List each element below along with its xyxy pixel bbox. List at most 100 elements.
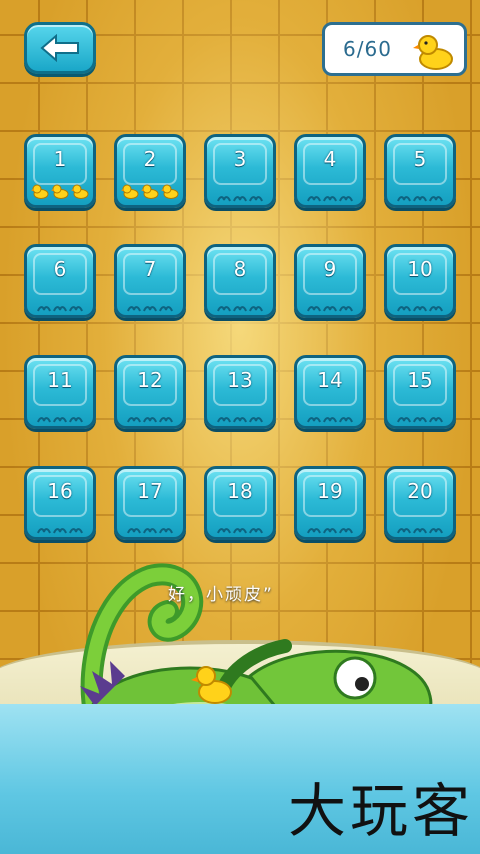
wave-icon — [53, 521, 67, 534]
level-number: 10 — [407, 257, 433, 281]
level-button-3[interactable]: 3 — [204, 134, 276, 208]
water-rating — [117, 521, 183, 534]
level-number: 13 — [227, 368, 253, 392]
wave-icon — [233, 521, 247, 534]
level-number: 16 — [47, 479, 73, 503]
duck-score-panel: 6/60 — [322, 22, 467, 76]
wave-icon — [323, 410, 337, 423]
wave-icon — [429, 410, 443, 423]
duck-earned-icon — [71, 183, 89, 199]
wave-icon — [127, 410, 141, 423]
wave-icon — [249, 299, 263, 312]
wave-icon — [429, 299, 443, 312]
wave-icon — [249, 410, 263, 423]
wave-icon — [397, 189, 411, 202]
level-number: 3 — [233, 147, 247, 171]
water-rating — [297, 521, 363, 534]
level-number: 12 — [137, 368, 163, 392]
level-number: 9 — [323, 257, 337, 281]
level-number: 18 — [227, 479, 253, 503]
level-button-5[interactable]: 5 — [384, 134, 456, 208]
level-button-6[interactable]: 6 — [24, 244, 96, 318]
duck-earned-icon — [161, 183, 179, 199]
watermark-logo: 大玩客 — [287, 777, 474, 845]
wave-icon — [413, 521, 427, 534]
wave-icon — [53, 410, 67, 423]
level-button-9[interactable]: 9 — [294, 244, 366, 318]
level-button-2[interactable]: 2 — [114, 134, 186, 208]
wave-icon — [159, 299, 173, 312]
level-number: 4 — [323, 147, 337, 171]
level-button-16[interactable]: 16 — [24, 466, 96, 540]
duck-score-text: 6/60 — [343, 37, 392, 61]
character-speech-text: 好，小顽皮” — [168, 585, 274, 605]
wave-icon — [307, 299, 321, 312]
level-number: 1 — [53, 147, 67, 171]
wave-icon — [143, 299, 157, 312]
wave-icon — [127, 521, 141, 534]
wave-icon — [307, 189, 321, 202]
rubber-duck-icon — [413, 35, 453, 70]
wave-icon — [37, 521, 51, 534]
level-button-10[interactable]: 10 — [384, 244, 456, 318]
level-number: 15 — [407, 368, 433, 392]
duck-earned-icon — [141, 183, 159, 199]
water-rating — [207, 521, 273, 534]
water-rating — [117, 410, 183, 423]
level-button-7[interactable]: 7 — [114, 244, 186, 318]
wave-icon — [339, 521, 353, 534]
water-rating — [207, 410, 273, 423]
water-rating — [387, 410, 453, 423]
wave-icon — [397, 410, 411, 423]
level-button-19[interactable]: 19 — [294, 466, 366, 540]
wave-icon — [249, 521, 263, 534]
level-number: 7 — [143, 257, 157, 281]
level-number: 20 — [407, 479, 433, 503]
wave-icon — [397, 521, 411, 534]
left-arrow-icon — [40, 34, 79, 62]
wave-icon — [233, 299, 247, 312]
level-number: 6 — [53, 257, 67, 281]
water-rating — [207, 189, 273, 202]
water-rating — [387, 189, 453, 202]
water-rating — [297, 189, 363, 202]
level-button-8[interactable]: 8 — [204, 244, 276, 318]
level-number: 8 — [233, 257, 247, 281]
wave-icon — [307, 410, 321, 423]
wave-icon — [217, 410, 231, 423]
water-rating — [117, 299, 183, 312]
wave-icon — [69, 410, 83, 423]
level-button-17[interactable]: 17 — [114, 466, 186, 540]
water-rating — [207, 299, 273, 312]
wave-icon — [323, 521, 337, 534]
duck-rating — [117, 183, 183, 199]
level-button-12[interactable]: 12 — [114, 355, 186, 429]
level-button-14[interactable]: 14 — [294, 355, 366, 429]
water-rating — [27, 521, 93, 534]
wave-icon — [159, 521, 173, 534]
wave-icon — [339, 189, 353, 202]
duck-earned-icon — [51, 183, 69, 199]
level-button-13[interactable]: 13 — [204, 355, 276, 429]
wave-icon — [69, 521, 83, 534]
wave-icon — [233, 189, 247, 202]
water-rating — [387, 299, 453, 312]
level-number: 5 — [413, 147, 427, 171]
wave-icon — [249, 189, 263, 202]
level-button-20[interactable]: 20 — [384, 466, 456, 540]
wave-icon — [339, 410, 353, 423]
level-button-15[interactable]: 15 — [384, 355, 456, 429]
water-rating — [297, 410, 363, 423]
level-button-18[interactable]: 18 — [204, 466, 276, 540]
back-button[interactable] — [24, 22, 96, 74]
wave-icon — [217, 521, 231, 534]
level-button-4[interactable]: 4 — [294, 134, 366, 208]
level-button-1[interactable]: 1 — [24, 134, 96, 208]
level-button-11[interactable]: 11 — [24, 355, 96, 429]
wave-icon — [339, 299, 353, 312]
level-number: 14 — [317, 368, 343, 392]
wave-icon — [323, 189, 337, 202]
wave-icon — [69, 299, 83, 312]
wave-icon — [397, 299, 411, 312]
wave-icon — [53, 299, 67, 312]
